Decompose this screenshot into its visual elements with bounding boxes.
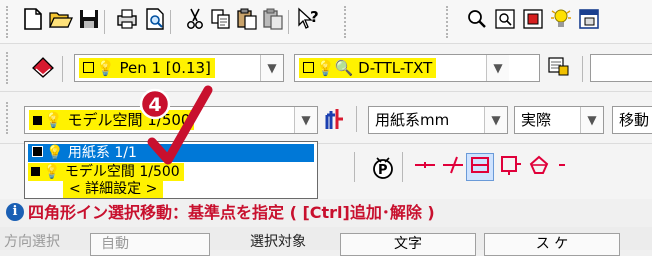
- paper-unit-combo[interactable]: 用紙系mm ▼: [368, 106, 508, 134]
- toolbar-grip[interactable]: [6, 6, 12, 38]
- save-icon[interactable]: [74, 7, 104, 40]
- line-tool-icon[interactable]: [410, 153, 440, 186]
- move-label: 移動: [619, 111, 650, 129]
- separator: [170, 10, 171, 34]
- status-message: 四角形イン選択移動：基準点を指定 ( [Ctrl]追加･解除 ): [28, 203, 435, 222]
- scale-tool-icon[interactable]: [320, 105, 350, 142]
- chevron-down-icon[interactable]: ▼: [580, 107, 603, 133]
- actual-value: 実際: [521, 111, 552, 129]
- svg-text:?: ?: [310, 8, 319, 26]
- scale-option-detail-settings[interactable]: < 詳細設定 >: [63, 180, 164, 198]
- rectangle-tool-icon[interactable]: [466, 153, 494, 181]
- chevron-down-icon[interactable]: ▼: [486, 55, 509, 81]
- separator: [582, 56, 583, 82]
- window-icon[interactable]: [574, 7, 604, 40]
- separator: [354, 152, 355, 182]
- option-bar: 方向選択 自動 選択対象 文字 ス ケ: [0, 227, 652, 256]
- frame-tool-icon[interactable]: [496, 153, 526, 186]
- pen-combo[interactable]: 💡 Pen 1 [0.13] ▼: [74, 54, 284, 82]
- chevron-down-icon[interactable]: ▼: [260, 55, 283, 81]
- separator: [288, 10, 289, 34]
- layer-combo-value: 💡🔍 D-TTL-TXT: [299, 58, 437, 78]
- svg-text:P: P: [378, 163, 388, 178]
- stamp-icon[interactable]: P: [368, 153, 398, 190]
- separator: [356, 106, 357, 132]
- layer-toolbar: 💡 Pen 1 [0.13] ▼ 💡🔍 D-TTL-TXT ▼: [0, 44, 652, 92]
- angle-line-tool-icon[interactable]: [438, 153, 468, 186]
- polygon-tool-icon[interactable]: [524, 153, 554, 186]
- scale-button[interactable]: ス ケ: [484, 233, 620, 256]
- separator: [104, 10, 105, 34]
- status-bar: i 四角形イン選択移動：基準点を指定 ( [Ctrl]追加･解除 ): [0, 199, 652, 227]
- layer-list-icon[interactable]: [544, 54, 574, 87]
- print-icon[interactable]: [112, 7, 142, 40]
- toolbar-grip[interactable]: [344, 6, 350, 38]
- standard-toolbar: ?: [0, 0, 652, 44]
- separator: [402, 152, 403, 182]
- extra-combo[interactable]: [590, 54, 652, 82]
- separator: [62, 56, 63, 82]
- bulb-icon[interactable]: [546, 7, 576, 40]
- zoom-icon[interactable]: [462, 7, 492, 40]
- new-file-icon[interactable]: [18, 7, 48, 40]
- context-help-icon[interactable]: ?: [294, 7, 324, 40]
- direction-select-label: 方向選択: [4, 234, 60, 250]
- zoom-extents-icon[interactable]: [518, 7, 548, 40]
- toolbar-grip[interactable]: [446, 6, 452, 38]
- more-tool-icon[interactable]: [552, 153, 582, 186]
- select-target-label: 選択対象: [250, 234, 306, 250]
- paper-unit-value: 用紙系mm: [375, 111, 450, 129]
- toolbar-grip[interactable]: [6, 52, 12, 84]
- scale-toolbar: 💡 モデル空間 1/500 ▼ 用紙系mm ▼ 実際 ▼ 移動: [0, 92, 652, 144]
- info-icon: i: [6, 203, 24, 221]
- step-number: 4: [148, 94, 161, 116]
- layer-combo[interactable]: 💡🔍 D-TTL-TXT ▼: [294, 54, 540, 82]
- auto-button[interactable]: 自動: [90, 233, 210, 256]
- chevron-down-icon[interactable]: ▼: [294, 107, 317, 133]
- pen-combo-value: 💡 Pen 1 [0.13]: [79, 58, 215, 78]
- open-folder-icon[interactable]: [46, 7, 76, 40]
- layer-manager-icon[interactable]: [28, 54, 58, 89]
- move-combo[interactable]: 移動: [612, 106, 652, 134]
- paste-special-icon[interactable]: [258, 7, 288, 40]
- text-button[interactable]: 文字: [340, 233, 476, 256]
- toolbar-grip[interactable]: [6, 102, 12, 134]
- step-annotation: 4: [139, 85, 213, 165]
- print-preview-icon[interactable]: [140, 7, 170, 40]
- actual-combo[interactable]: 実際 ▼: [514, 106, 604, 134]
- zoom-window-icon[interactable]: [490, 7, 520, 40]
- chevron-down-icon[interactable]: ▼: [484, 107, 507, 133]
